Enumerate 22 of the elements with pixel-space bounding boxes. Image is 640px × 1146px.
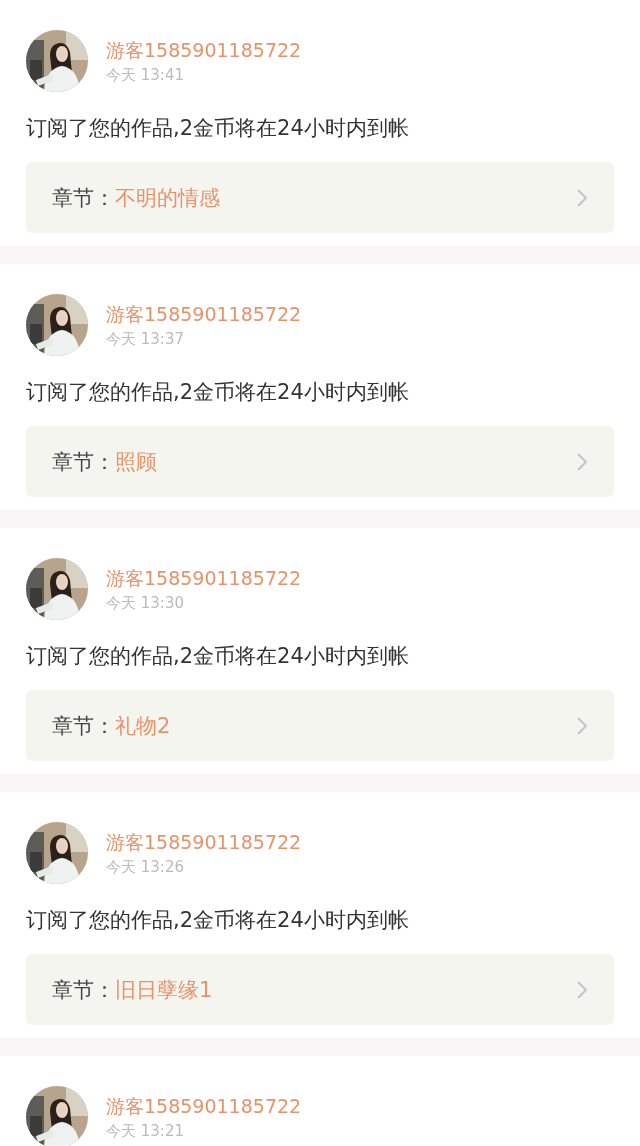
notification-message: 订阅了您的作品,2金币将在24小时内到帐	[26, 115, 410, 142]
timestamp: 今天 13:26	[106, 858, 185, 876]
notification-message: 订阅了您的作品,2金币将在24小时内到帐	[26, 907, 410, 934]
timestamp: 今天 13:37	[106, 330, 185, 348]
chevron-right-icon	[576, 979, 588, 1000]
username[interactable]: 游客1585901185722	[106, 1094, 302, 1118]
chapter-link[interactable]: 章节：礼物2	[26, 690, 614, 761]
notification-message: 订阅了您的作品,2金币将在24小时内到帐	[26, 379, 410, 406]
chapter-link[interactable]: 章节：不明的情感	[26, 162, 614, 233]
username[interactable]: 游客1585901185722	[106, 302, 302, 326]
chevron-right-icon	[576, 451, 588, 472]
username[interactable]: 游客1585901185722	[106, 566, 302, 590]
chevron-right-icon	[576, 187, 588, 208]
chevron-right-icon	[576, 715, 588, 736]
timestamp: 今天 13:21	[106, 1122, 185, 1140]
notification-message: 订阅了您的作品,2金币将在24小时内到帐	[26, 643, 410, 670]
username[interactable]: 游客1585901185722	[106, 830, 302, 854]
timestamp: 今天 13:41	[106, 66, 185, 84]
chapter-link[interactable]: 章节：照顾	[26, 426, 614, 497]
username[interactable]: 游客1585901185722	[106, 38, 302, 62]
timestamp: 今天 13:30	[106, 594, 185, 612]
chapter-link[interactable]: 章节：旧日孽缘1	[26, 954, 614, 1025]
